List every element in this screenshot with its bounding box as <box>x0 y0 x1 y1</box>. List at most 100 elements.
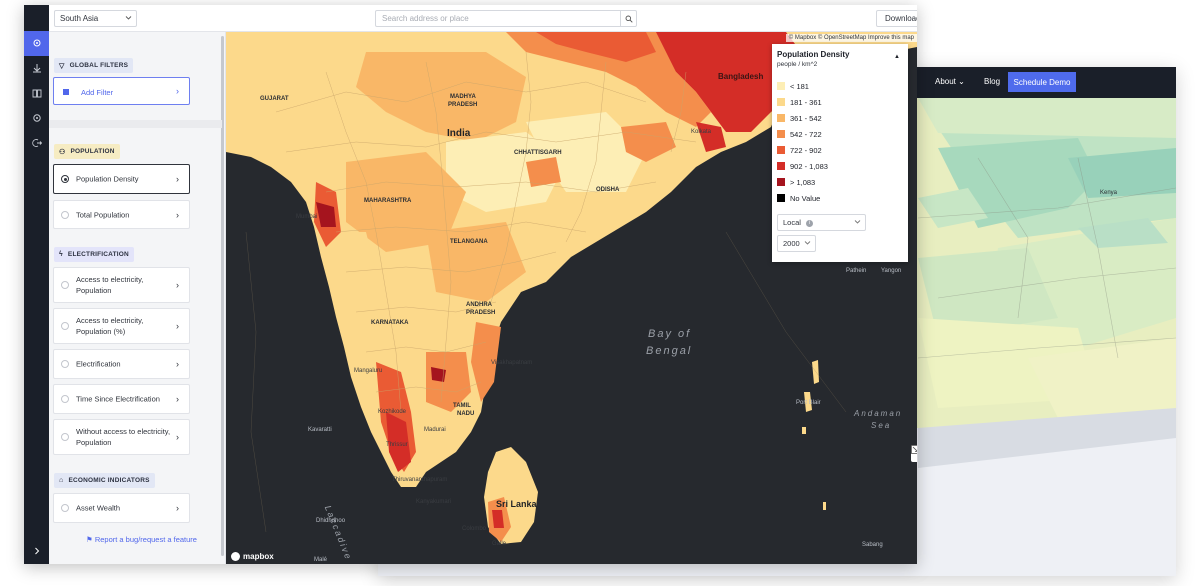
population-label: POPULATION <box>70 148 115 155</box>
scale-select[interactable]: Local i <box>777 214 866 231</box>
report-bug-link[interactable]: ⚑ Report a bug/request a feature <box>86 535 197 544</box>
chevron-right-icon: › <box>176 432 179 442</box>
legend-item: 902 - 1,083 <box>777 161 828 171</box>
scale-select-value: Local <box>783 218 801 227</box>
about-link[interactable]: About ⌄ <box>935 77 965 86</box>
panel-scrollbar[interactable] <box>221 36 224 556</box>
electrification-label: ELECTRIFICATION <box>67 251 129 258</box>
radio[interactable] <box>61 395 69 403</box>
city-thrissur: Thrissur <box>386 442 408 448</box>
city-kavaratti: Kavaratti <box>308 427 332 433</box>
legend-swatch <box>777 194 785 202</box>
layer-item-time-since-electrification[interactable]: Time Since Electrification › <box>53 384 190 414</box>
layer-item-total-population[interactable]: Total Population › <box>53 200 190 229</box>
city-yangon: Yangon <box>881 268 902 274</box>
blog-link[interactable]: Blog <box>984 77 1000 86</box>
sea-label-andaman-sea: Sea <box>871 421 892 430</box>
docs-nav-button[interactable] <box>24 80 49 105</box>
top-bar: South Asia Search address or place Downl… <box>49 5 917 32</box>
chevron-right-icon: › <box>176 209 179 220</box>
people-icon: ⚇ <box>59 148 66 156</box>
download-button[interactable]: Download <box>876 10 917 27</box>
kenya-label: Kenya <box>1100 190 1118 196</box>
city-kolkata: Kolkata <box>691 129 712 135</box>
settings-nav-button[interactable] <box>24 105 49 130</box>
legend-item: 361 - 542 <box>777 113 822 123</box>
download-icon <box>32 63 41 72</box>
city-kozhikode: Kozhikode <box>378 409 407 415</box>
add-icon <box>63 89 69 95</box>
radio[interactable] <box>61 504 69 512</box>
layer-item-access-electricity-percent[interactable]: Access to electricity, Population (%) › <box>53 308 190 344</box>
expand-rail-button[interactable] <box>24 538 49 563</box>
region-select-value: South Asia <box>60 14 99 23</box>
economic-indicators-label: ECONOMIC INDICATORS <box>68 477 150 484</box>
logout-nav-button[interactable] <box>24 130 49 155</box>
map-attribution[interactable]: © Mapbox © OpenStreetMap Improve this ma… <box>785 34 917 42</box>
radio[interactable] <box>61 433 69 441</box>
layer-item-population-density[interactable]: Population Density › <box>53 164 190 194</box>
legend-item: 542 - 722 <box>777 129 822 139</box>
map-label-nadu: NADU <box>457 411 475 417</box>
search-button[interactable] <box>620 11 636 26</box>
layer-item-label: Population Density <box>76 174 139 184</box>
city-visakhapatnam: Visakhapatnam <box>491 360 533 366</box>
chevron-right-icon: › <box>176 86 179 96</box>
layer-item-electrification[interactable]: Electrification › <box>53 349 190 379</box>
chevron-down-icon: ⌄ <box>958 77 965 86</box>
compare-map-button[interactable] <box>911 445 917 462</box>
schedule-demo-button[interactable]: Schedule Demo <box>1008 72 1076 92</box>
mapbox-logo[interactable]: mapbox <box>231 552 274 561</box>
city-pathein: Pathein <box>846 268 867 274</box>
collapse-legend-icon[interactable]: ▲ <box>894 54 900 60</box>
layer-item-asset-wealth[interactable]: Asset Wealth › <box>53 493 190 523</box>
city-mangaluru: Mangaluru <box>354 368 383 374</box>
map-label-chhattisgarh: CHHATTISGARH <box>514 150 562 156</box>
city-mumbai: Mumbai <box>296 214 318 220</box>
download-label: Download <box>885 14 917 23</box>
region-select[interactable]: South Asia <box>54 10 137 27</box>
bank-icon: ⌂ <box>59 477 64 484</box>
radio-selected[interactable] <box>61 175 69 183</box>
lightning-icon: ϟ <box>59 251 63 258</box>
radio[interactable] <box>61 360 69 368</box>
layer-item-without-access[interactable]: Without access to electricity, Populatio… <box>53 419 190 455</box>
legend-item-label: 902 - 1,083 <box>790 161 828 171</box>
map-label-karnataka: KARNATAKA <box>371 320 409 326</box>
city-madurai: Madurai <box>424 427 446 433</box>
map-label-andhra-pradesh: PRADESH <box>466 310 496 316</box>
add-filter-button[interactable]: Add Filter › <box>53 77 190 105</box>
search-input[interactable]: Search address or place <box>375 10 637 27</box>
info-icon[interactable]: i <box>806 219 814 227</box>
legend-item: < 181 <box>777 81 809 91</box>
city-male: Malé <box>314 557 328 563</box>
map-pin-icon <box>33 39 40 46</box>
map-label-tamil: TAMIL <box>453 403 471 409</box>
legend-item-label: No Value <box>790 193 821 203</box>
section-divider <box>49 120 222 128</box>
radio[interactable] <box>61 322 69 330</box>
city-kanyakumari: Kanyakumari <box>416 499 452 505</box>
layer-item-access-electricity-population[interactable]: Access to electricity, Population › <box>53 267 190 303</box>
logout-icon <box>31 138 42 147</box>
legend-swatch <box>777 146 785 154</box>
map-label-odisha: ODISHA <box>596 187 620 193</box>
search-placeholder: Search address or place <box>382 14 469 23</box>
city-port-blair: Port Blair <box>796 400 821 406</box>
legend-title: Population Density <box>777 50 850 59</box>
map-label-india: India <box>447 128 471 139</box>
download-nav-button[interactable] <box>24 55 49 80</box>
year-select[interactable]: 2000 <box>777 235 816 252</box>
radio[interactable] <box>61 210 69 219</box>
legend-swatch <box>777 162 785 170</box>
chevron-down-icon <box>125 14 132 23</box>
city-galle: Galle <box>492 541 507 547</box>
layers-nav-button[interactable] <box>24 31 49 56</box>
gear-icon <box>32 113 41 122</box>
legend-item: > 1,083 <box>777 177 815 187</box>
map-label-bangladesh: Bangladesh <box>718 72 764 81</box>
add-filter-label: Add Filter <box>81 88 114 97</box>
filter-icon: ▽ <box>59 62 65 70</box>
radio[interactable] <box>61 281 69 289</box>
legend-item-label: 181 - 361 <box>790 97 822 107</box>
